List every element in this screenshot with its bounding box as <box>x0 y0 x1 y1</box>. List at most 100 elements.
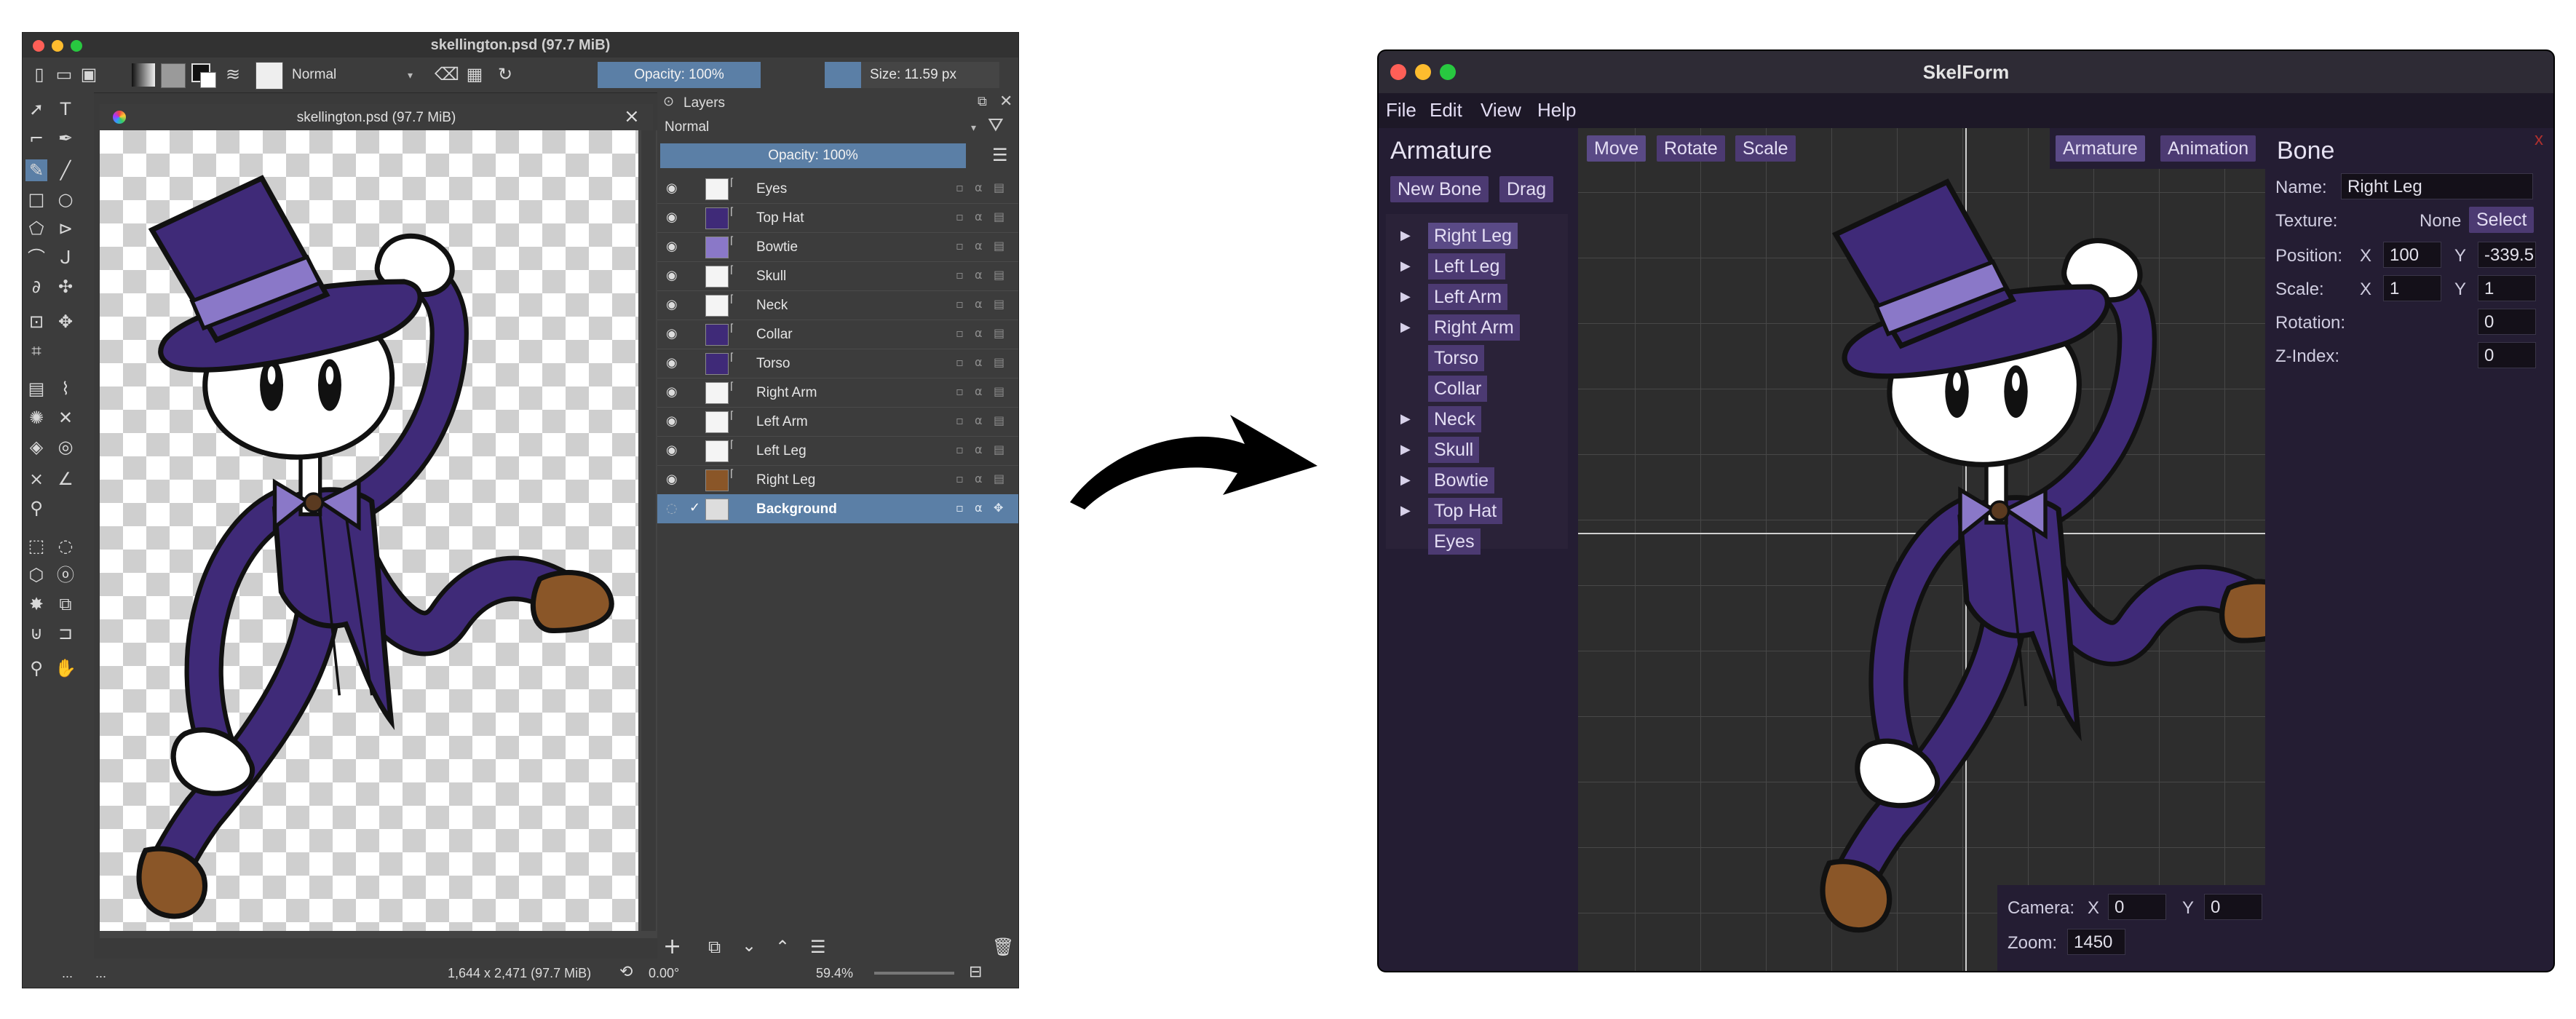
canvas-image[interactable] <box>100 130 638 931</box>
lock-icon[interactable]: ▫ <box>956 384 964 398</box>
crop-tool-icon[interactable]: ⌗ <box>25 340 47 362</box>
text-tool-icon[interactable]: T <box>55 98 76 120</box>
similar-select-icon[interactable]: ⧉ <box>55 593 76 615</box>
magic-wand-icon[interactable]: ✸ <box>25 593 47 615</box>
blend-mode-select[interactable]: Normal ▾ <box>292 65 416 85</box>
lasso-select-icon[interactable]: ⓞ <box>55 564 76 586</box>
zindex-input[interactable]: 0 <box>2478 342 2536 368</box>
zoom-slider[interactable] <box>874 972 954 975</box>
fg-bg-color-icon[interactable] <box>191 63 216 88</box>
lock-icon[interactable]: ▫ <box>956 501 964 515</box>
rect-select-icon[interactable]: ⬚ <box>25 535 47 557</box>
bezier-select-icon[interactable]: ⊍ <box>25 622 47 644</box>
select-texture-button[interactable]: Select <box>2469 207 2535 233</box>
layer-row[interactable]: ◉ ⌈ Left Leg ▫ α ▤ <box>657 436 1018 466</box>
save-icon[interactable]: ▣ <box>79 65 98 84</box>
expand-arrow-icon[interactable]: ▶ <box>1400 467 1415 493</box>
alpha-icon[interactable]: α <box>975 413 983 427</box>
alpha-icon[interactable]: α <box>975 501 983 515</box>
visibility-eye-icon[interactable]: ◉ <box>666 210 678 225</box>
inherit-icon[interactable]: ▤ <box>994 472 1004 485</box>
visibility-eye-icon[interactable]: ◉ <box>666 472 678 487</box>
inherit-icon[interactable]: ▤ <box>994 210 1004 223</box>
select-tool-icon[interactable]: ➚ <box>25 98 47 120</box>
rotation-icon[interactable]: ⟲ <box>619 963 633 981</box>
transform-tool-icon[interactable]: ⊡ <box>25 311 47 333</box>
expand-arrow-icon[interactable]: ▶ <box>1400 284 1415 310</box>
expand-arrow-icon[interactable]: ▶ <box>1400 406 1415 432</box>
eraser-icon[interactable]: ⌫ <box>435 65 459 84</box>
visibility-eye-icon[interactable]: ◉ <box>666 384 678 400</box>
inherit-icon[interactable]: ▤ <box>994 326 1004 340</box>
scale-x-input[interactable]: 1 <box>2383 275 2441 301</box>
pattern-swatch[interactable] <box>161 63 186 88</box>
fit-screen-icon[interactable]: ⊟ <box>969 963 982 981</box>
open-folder-icon[interactable]: ▭ <box>55 65 74 84</box>
color-picker-icon[interactable]: ⌇ <box>55 378 76 400</box>
new-bone-button[interactable]: New Bone <box>1390 176 1489 202</box>
size-slider[interactable]: Size: 11.59 px <box>861 62 999 88</box>
camera-y-input[interactable]: 0 <box>2204 894 2262 920</box>
layer-row[interactable]: ◉ ⌈ Neck ▫ α ▤ <box>657 290 1018 320</box>
expand-arrow-icon[interactable]: ▶ <box>1400 314 1415 341</box>
lock-icon[interactable]: ▫ <box>956 297 964 311</box>
measure-tool-icon[interactable]: ∠ <box>55 468 76 490</box>
lock-icon[interactable]: ▫ <box>956 443 964 456</box>
alpha-icon[interactable]: α <box>975 472 983 485</box>
armature-tab[interactable]: Armature <box>2056 135 2145 162</box>
alpha-icon[interactable]: α <box>975 355 983 369</box>
delete-layer-icon[interactable]: 🗑 <box>992 937 1014 957</box>
zoom-tool-icon[interactable]: ⚲ <box>25 657 47 679</box>
layer-row[interactable]: ◉ ⌈ Eyes ▫ α ▤ <box>657 174 1018 204</box>
dynamic-brush-icon[interactable]: ∂ <box>25 276 47 298</box>
position-x-input[interactable]: 100 <box>2383 242 2441 268</box>
layer-menu-icon[interactable]: ☰ <box>992 145 1008 165</box>
ellipse-tool-icon[interactable]: ○ <box>55 189 76 210</box>
color-swatch-small[interactable] <box>825 62 861 88</box>
lock-icon[interactable]: ▫ <box>956 472 964 485</box>
alpha-icon[interactable]: α <box>975 297 983 311</box>
alpha-icon[interactable]: α <box>975 210 983 223</box>
visibility-eye-icon[interactable]: ◉ <box>666 413 678 429</box>
menu-edit[interactable]: Edit <box>1430 99 1462 122</box>
pan-tool-icon[interactable]: ✋ <box>55 657 76 679</box>
camera-x-input[interactable]: 0 <box>2108 894 2166 920</box>
visibility-eye-icon[interactable]: ◉ <box>666 355 678 370</box>
canvas-vscrollbar[interactable] <box>641 130 656 931</box>
canvas-tab[interactable]: skellington.psd (97.7 MiB) × <box>100 104 653 130</box>
expand-arrow-icon[interactable]: ▶ <box>1400 253 1415 279</box>
calligraphy-icon[interactable]: ✒ <box>55 127 76 149</box>
layer-properties-icon[interactable]: ☰ <box>810 937 826 957</box>
inherit-icon[interactable]: ✥ <box>994 501 1003 515</box>
layer-row[interactable]: ◉ ⌈ Torso ▫ α ▤ <box>657 349 1018 378</box>
inherit-icon[interactable]: ▤ <box>994 181 1004 194</box>
layer-row-selected[interactable]: ◌ ✓ Background ▫ α ✥ <box>657 494 1018 523</box>
expand-arrow-icon[interactable]: ▶ <box>1400 498 1415 524</box>
reference-tool-icon[interactable]: ⚲ <box>25 497 47 519</box>
layer-row[interactable]: ◉ ⌈ Left Arm ▫ α ▤ <box>657 407 1018 437</box>
visibility-eye-icon[interactable]: ◉ <box>666 239 678 254</box>
freehand-brush-icon[interactable]: ✎ <box>25 159 47 181</box>
lock-icon[interactable]: ▫ <box>956 181 964 194</box>
magnetic-select-icon[interactable]: ⊐ <box>55 622 76 644</box>
close-panel-icon[interactable]: x <box>2535 130 2543 150</box>
polyline-tool-icon[interactable]: ⊳ <box>55 218 76 239</box>
inherit-icon[interactable]: ▤ <box>994 297 1004 311</box>
lock-icon[interactable]: ▫ <box>956 355 964 369</box>
menu-view[interactable]: View <box>1481 99 1521 122</box>
alpha-lock-icon[interactable]: ▦ <box>465 65 484 84</box>
alpha-icon[interactable]: α <box>975 443 983 456</box>
menu-help[interactable]: Help <box>1537 99 1576 122</box>
colorize-mask-icon[interactable]: ✺ <box>25 407 47 429</box>
brush-preset-icon[interactable] <box>255 62 283 90</box>
duplicate-layer-icon[interactable]: ⧉ <box>708 937 721 957</box>
visibility-eye-icon[interactable]: ◉ <box>666 181 678 196</box>
opacity-slider[interactable]: Opacity: 100% <box>598 62 761 88</box>
alpha-icon[interactable]: α <box>975 384 983 398</box>
animation-tab[interactable]: Animation <box>2160 135 2256 162</box>
polygon-tool-icon[interactable]: ⬠ <box>25 218 47 239</box>
viewport[interactable]: Move Rotate Scale Armature Animation Cam… <box>1578 128 2265 971</box>
layer-row[interactable]: ◉ ⌈ Right Leg ▫ α ▤ <box>657 465 1018 495</box>
float-docker-icon[interactable]: ⧉ <box>978 94 987 109</box>
expand-arrow-icon[interactable]: ▶ <box>1400 223 1415 249</box>
